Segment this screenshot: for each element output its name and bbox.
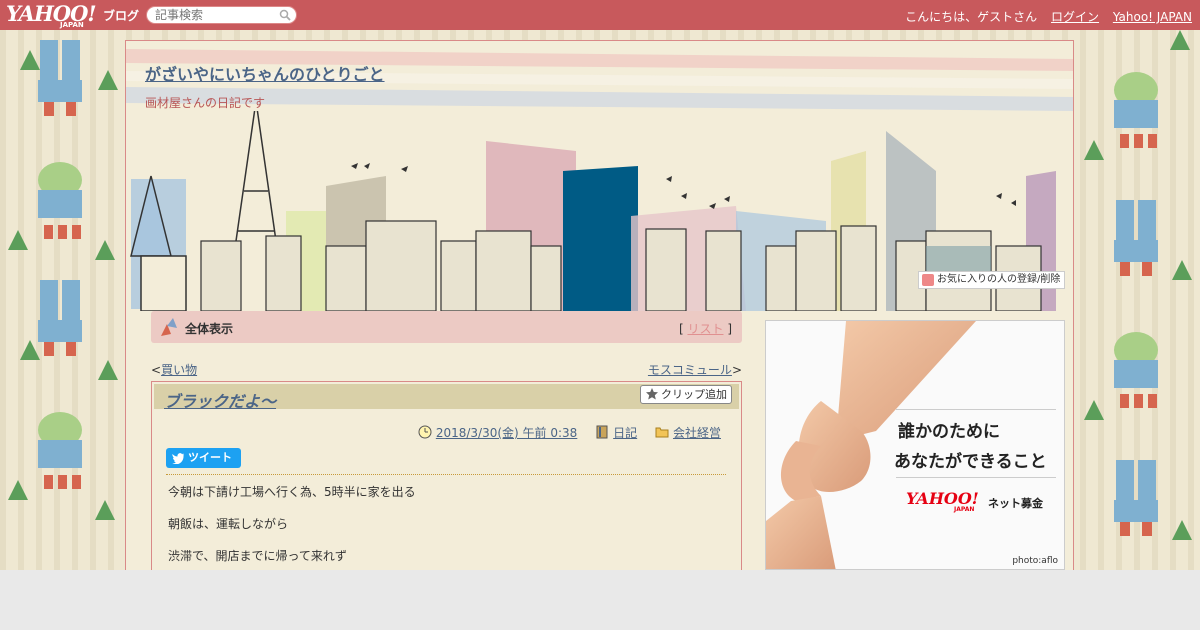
article-category2: 会社経営 [655,426,721,440]
cathedral-pattern-left [8,40,118,520]
prev-marker: < [151,363,162,377]
body-paragraph: 今朝は下請け工場へ行く為、5時半に家を出る [168,485,416,499]
star-icon [646,388,658,400]
clock-icon [418,425,432,439]
article-date: 2018/3/30(金) 午前 0:38 [418,425,581,440]
ad-yahoo-logo-sub: JAPAN [954,506,975,513]
article-pager: <買い物 モスコミュール> [151,361,742,377]
ad-rule-bottom [896,477,1056,478]
clip-add-button[interactable]: クリップ追加 [640,385,732,404]
clip-label: クリップ追加 [661,388,727,401]
folder-icon [655,427,669,438]
list-bracket-close: ] [727,322,732,336]
ad-rule-top [896,409,1056,410]
article: ブラックだよ～ クリップ追加 2018/3/30(金) 午前 0:38 日記 会… [151,381,742,570]
next-marker: > [731,363,742,377]
tweet-button[interactable]: ツイート [166,448,241,468]
advertisement-banner[interactable]: 誰かのために あなたができること YAHOO! JAPAN ネット募金 phot… [765,320,1065,570]
prev-article-link[interactable]: 買い物 [161,363,197,377]
list-bracket-open: [ [678,322,684,336]
list-view-control: [ リスト ] [679,320,732,337]
category2-link[interactable]: 会社経営 [673,426,721,440]
ad-headline-2: あなたができること [894,452,1047,472]
category-label: 全体表示 [185,322,234,336]
ad-service-name: ネット募金 [988,497,1043,510]
favorite-label: お気に入りの人の登録/削除 [937,274,1061,285]
search-icon[interactable] [279,9,291,21]
list-link[interactable]: リスト [687,322,723,336]
article-category1: 日記 [595,425,641,440]
logo-sub-text: JAPAN [60,21,84,29]
next-article-wrap: モスコミュール> [648,361,742,378]
top-bar: YAHOO! JAPAN ブログ こんにちは、ゲストさん ログイン Yahoo!… [0,0,1200,30]
body-paragraph: 渋滞で、開店までに帰って来れず [168,549,347,563]
search-input[interactable] [155,8,275,22]
twitter-bird-icon [172,453,184,464]
handshake-illustration [766,321,1064,569]
book-icon [596,425,608,439]
article-title[interactable]: ブラックだよ～ [164,388,276,412]
category-bar: 全体表示 [ リスト ] [151,311,742,343]
yahoo-japan-link[interactable]: Yahoo! JAPAN [1113,10,1192,24]
ad-headline-1: 誰かのために [898,422,1000,442]
cathedral-pattern-right [1084,30,1192,540]
user-nav: こんにちは、ゲストさん ログイン Yahoo! JAPAN [895,8,1192,25]
next-article-link[interactable]: モスコミュール [648,363,732,377]
favorite-register-button[interactable]: お気に入りの人の登録/削除 [918,271,1066,289]
heart-icon [922,274,934,286]
search-box [146,6,297,24]
login-link[interactable]: ログイン [1051,10,1099,24]
dotted-divider [166,474,726,475]
ad-photo-credit: photo:aflo [1012,556,1058,566]
article-header: ブラックだよ～ クリップ追加 [154,384,739,412]
blog-title[interactable]: がざいやにいちゃんのひとりごと [145,61,385,85]
category-leaf-icon [161,318,177,336]
tweet-label: ツイート [188,451,232,464]
article-date-link[interactable]: 2018/3/30(金) 午前 0:38 [436,426,577,440]
greeting-text: こんにちは、ゲストさん [905,10,1038,24]
body-paragraph: 朝飯は、運転しながら [168,517,289,531]
service-name: ブログ [103,9,140,23]
blog-subtitle: 画材屋さんの日記です [145,96,266,110]
category1-link[interactable]: 日記 [613,426,637,440]
page-bottom [0,570,1200,630]
article-meta: 2018/3/30(金) 午前 0:38 日記 会社経営 [404,424,721,441]
